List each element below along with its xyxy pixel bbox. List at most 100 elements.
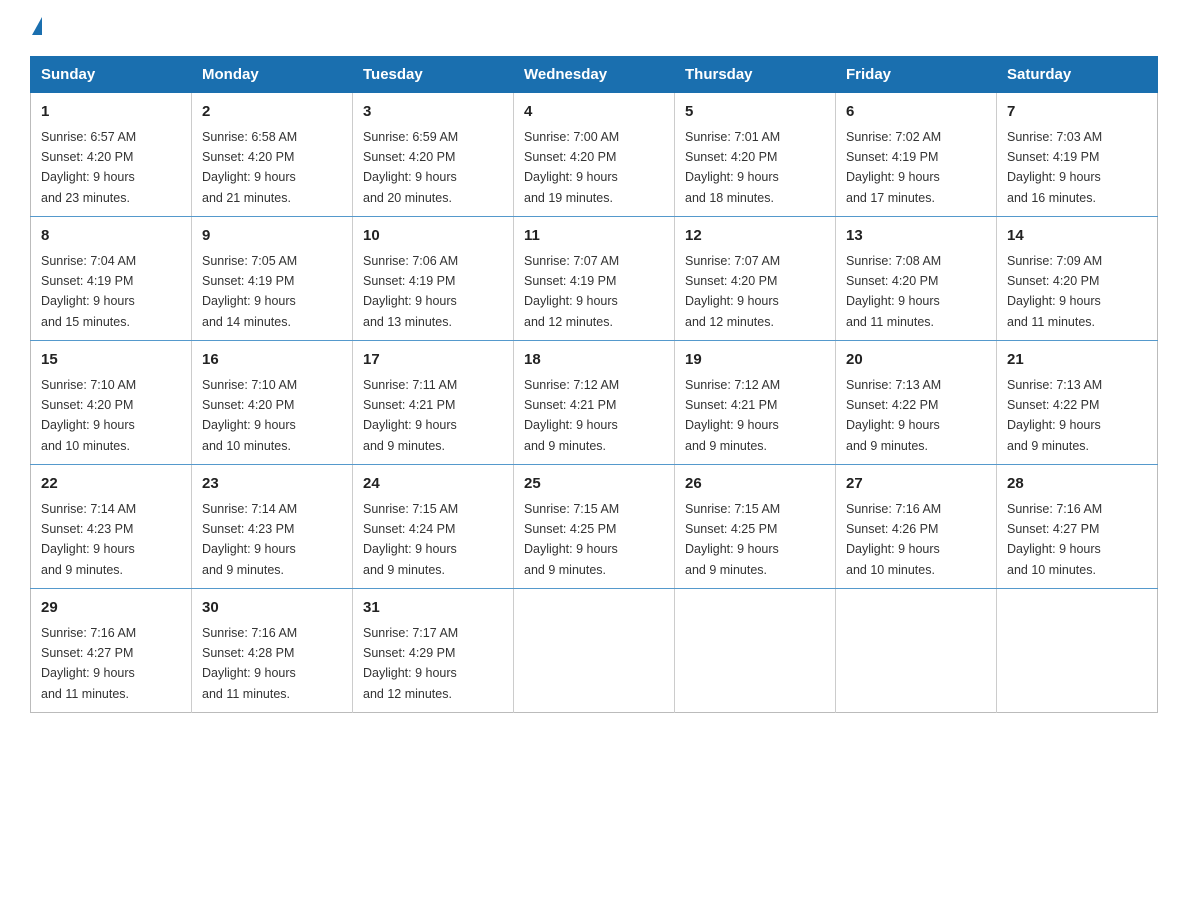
day-info: Sunrise: 7:00 AMSunset: 4:20 PMDaylight:… [524, 130, 619, 205]
day-info: Sunrise: 7:08 AMSunset: 4:20 PMDaylight:… [846, 254, 941, 329]
calendar-day-cell: 6 Sunrise: 7:02 AMSunset: 4:19 PMDayligh… [836, 93, 997, 217]
day-info: Sunrise: 7:13 AMSunset: 4:22 PMDaylight:… [846, 378, 941, 453]
day-info: Sunrise: 6:59 AMSunset: 4:20 PMDaylight:… [363, 130, 458, 205]
day-info: Sunrise: 7:13 AMSunset: 4:22 PMDaylight:… [1007, 378, 1102, 453]
day-number: 11 [524, 225, 664, 248]
day-info: Sunrise: 7:04 AMSunset: 4:19 PMDaylight:… [41, 254, 136, 329]
day-number: 17 [363, 349, 503, 372]
day-info: Sunrise: 7:12 AMSunset: 4:21 PMDaylight:… [524, 378, 619, 453]
calendar-week-row: 22 Sunrise: 7:14 AMSunset: 4:23 PMDaylig… [31, 465, 1158, 589]
calendar-day-cell: 16 Sunrise: 7:10 AMSunset: 4:20 PMDaylig… [192, 341, 353, 465]
calendar-day-cell: 14 Sunrise: 7:09 AMSunset: 4:20 PMDaylig… [997, 217, 1158, 341]
day-info: Sunrise: 7:09 AMSunset: 4:20 PMDaylight:… [1007, 254, 1102, 329]
calendar-day-cell: 25 Sunrise: 7:15 AMSunset: 4:25 PMDaylig… [514, 465, 675, 589]
calendar-day-cell: 11 Sunrise: 7:07 AMSunset: 4:19 PMDaylig… [514, 217, 675, 341]
day-info: Sunrise: 7:06 AMSunset: 4:19 PMDaylight:… [363, 254, 458, 329]
day-number: 3 [363, 101, 503, 124]
day-number: 4 [524, 101, 664, 124]
calendar-day-cell: 9 Sunrise: 7:05 AMSunset: 4:19 PMDayligh… [192, 217, 353, 341]
day-number: 1 [41, 101, 181, 124]
day-number: 31 [363, 597, 503, 620]
calendar-week-row: 29 Sunrise: 7:16 AMSunset: 4:27 PMDaylig… [31, 589, 1158, 713]
day-info: Sunrise: 7:11 AMSunset: 4:21 PMDaylight:… [363, 378, 457, 453]
day-info: Sunrise: 7:15 AMSunset: 4:24 PMDaylight:… [363, 502, 458, 577]
day-number: 2 [202, 101, 342, 124]
calendar-day-cell: 28 Sunrise: 7:16 AMSunset: 4:27 PMDaylig… [997, 465, 1158, 589]
calendar-day-cell: 17 Sunrise: 7:11 AMSunset: 4:21 PMDaylig… [353, 341, 514, 465]
day-number: 30 [202, 597, 342, 620]
calendar-day-cell: 18 Sunrise: 7:12 AMSunset: 4:21 PMDaylig… [514, 341, 675, 465]
calendar-week-row: 1 Sunrise: 6:57 AMSunset: 4:20 PMDayligh… [31, 93, 1158, 217]
day-number: 23 [202, 473, 342, 496]
weekday-header-monday: Monday [192, 57, 353, 93]
day-info: Sunrise: 7:02 AMSunset: 4:19 PMDaylight:… [846, 130, 941, 205]
calendar-day-cell: 2 Sunrise: 6:58 AMSunset: 4:20 PMDayligh… [192, 93, 353, 217]
day-number: 6 [846, 101, 986, 124]
day-number: 28 [1007, 473, 1147, 496]
day-info: Sunrise: 7:17 AMSunset: 4:29 PMDaylight:… [363, 626, 458, 701]
calendar-day-cell: 1 Sunrise: 6:57 AMSunset: 4:20 PMDayligh… [31, 93, 192, 217]
page-header [30, 20, 1158, 38]
weekday-header-row: SundayMondayTuesdayWednesdayThursdayFrid… [31, 57, 1158, 93]
calendar-day-cell: 10 Sunrise: 7:06 AMSunset: 4:19 PMDaylig… [353, 217, 514, 341]
calendar-day-cell: 27 Sunrise: 7:16 AMSunset: 4:26 PMDaylig… [836, 465, 997, 589]
weekday-header-wednesday: Wednesday [514, 57, 675, 93]
day-info: Sunrise: 7:14 AMSunset: 4:23 PMDaylight:… [202, 502, 297, 577]
day-info: Sunrise: 7:10 AMSunset: 4:20 PMDaylight:… [41, 378, 136, 453]
calendar-day-cell: 30 Sunrise: 7:16 AMSunset: 4:28 PMDaylig… [192, 589, 353, 713]
day-info: Sunrise: 7:01 AMSunset: 4:20 PMDaylight:… [685, 130, 780, 205]
calendar-empty-cell [514, 589, 675, 713]
day-number: 15 [41, 349, 181, 372]
calendar-day-cell: 22 Sunrise: 7:14 AMSunset: 4:23 PMDaylig… [31, 465, 192, 589]
day-info: Sunrise: 7:16 AMSunset: 4:27 PMDaylight:… [41, 626, 136, 701]
day-number: 21 [1007, 349, 1147, 372]
day-number: 10 [363, 225, 503, 248]
day-number: 25 [524, 473, 664, 496]
calendar-day-cell: 21 Sunrise: 7:13 AMSunset: 4:22 PMDaylig… [997, 341, 1158, 465]
weekday-header-saturday: Saturday [997, 57, 1158, 93]
day-number: 12 [685, 225, 825, 248]
day-number: 26 [685, 473, 825, 496]
calendar-day-cell: 29 Sunrise: 7:16 AMSunset: 4:27 PMDaylig… [31, 589, 192, 713]
day-number: 29 [41, 597, 181, 620]
day-number: 19 [685, 349, 825, 372]
day-number: 24 [363, 473, 503, 496]
calendar-day-cell: 4 Sunrise: 7:00 AMSunset: 4:20 PMDayligh… [514, 93, 675, 217]
day-number: 13 [846, 225, 986, 248]
calendar-day-cell: 8 Sunrise: 7:04 AMSunset: 4:19 PMDayligh… [31, 217, 192, 341]
day-info: Sunrise: 7:15 AMSunset: 4:25 PMDaylight:… [685, 502, 780, 577]
calendar-day-cell: 13 Sunrise: 7:08 AMSunset: 4:20 PMDaylig… [836, 217, 997, 341]
calendar-empty-cell [997, 589, 1158, 713]
day-info: Sunrise: 7:12 AMSunset: 4:21 PMDaylight:… [685, 378, 780, 453]
calendar-day-cell: 20 Sunrise: 7:13 AMSunset: 4:22 PMDaylig… [836, 341, 997, 465]
day-info: Sunrise: 7:16 AMSunset: 4:27 PMDaylight:… [1007, 502, 1102, 577]
day-info: Sunrise: 7:15 AMSunset: 4:25 PMDaylight:… [524, 502, 619, 577]
day-number: 9 [202, 225, 342, 248]
calendar-day-cell: 31 Sunrise: 7:17 AMSunset: 4:29 PMDaylig… [353, 589, 514, 713]
day-info: Sunrise: 7:16 AMSunset: 4:26 PMDaylight:… [846, 502, 941, 577]
day-info: Sunrise: 7:03 AMSunset: 4:19 PMDaylight:… [1007, 130, 1102, 205]
weekday-header-friday: Friday [836, 57, 997, 93]
calendar-empty-cell [836, 589, 997, 713]
calendar-week-row: 8 Sunrise: 7:04 AMSunset: 4:19 PMDayligh… [31, 217, 1158, 341]
day-info: Sunrise: 7:14 AMSunset: 4:23 PMDaylight:… [41, 502, 136, 577]
day-info: Sunrise: 7:07 AMSunset: 4:19 PMDaylight:… [524, 254, 619, 329]
calendar-day-cell: 3 Sunrise: 6:59 AMSunset: 4:20 PMDayligh… [353, 93, 514, 217]
calendar-week-row: 15 Sunrise: 7:10 AMSunset: 4:20 PMDaylig… [31, 341, 1158, 465]
weekday-header-thursday: Thursday [675, 57, 836, 93]
logo-triangle-icon [32, 17, 42, 35]
calendar-day-cell: 23 Sunrise: 7:14 AMSunset: 4:23 PMDaylig… [192, 465, 353, 589]
day-number: 22 [41, 473, 181, 496]
day-number: 8 [41, 225, 181, 248]
calendar-day-cell: 19 Sunrise: 7:12 AMSunset: 4:21 PMDaylig… [675, 341, 836, 465]
calendar-day-cell: 5 Sunrise: 7:01 AMSunset: 4:20 PMDayligh… [675, 93, 836, 217]
calendar-day-cell: 24 Sunrise: 7:15 AMSunset: 4:24 PMDaylig… [353, 465, 514, 589]
day-info: Sunrise: 7:10 AMSunset: 4:20 PMDaylight:… [202, 378, 297, 453]
calendar-table: SundayMondayTuesdayWednesdayThursdayFrid… [30, 56, 1158, 713]
day-number: 5 [685, 101, 825, 124]
logo [30, 20, 42, 38]
day-number: 14 [1007, 225, 1147, 248]
day-info: Sunrise: 6:58 AMSunset: 4:20 PMDaylight:… [202, 130, 297, 205]
calendar-day-cell: 12 Sunrise: 7:07 AMSunset: 4:20 PMDaylig… [675, 217, 836, 341]
day-info: Sunrise: 7:05 AMSunset: 4:19 PMDaylight:… [202, 254, 297, 329]
